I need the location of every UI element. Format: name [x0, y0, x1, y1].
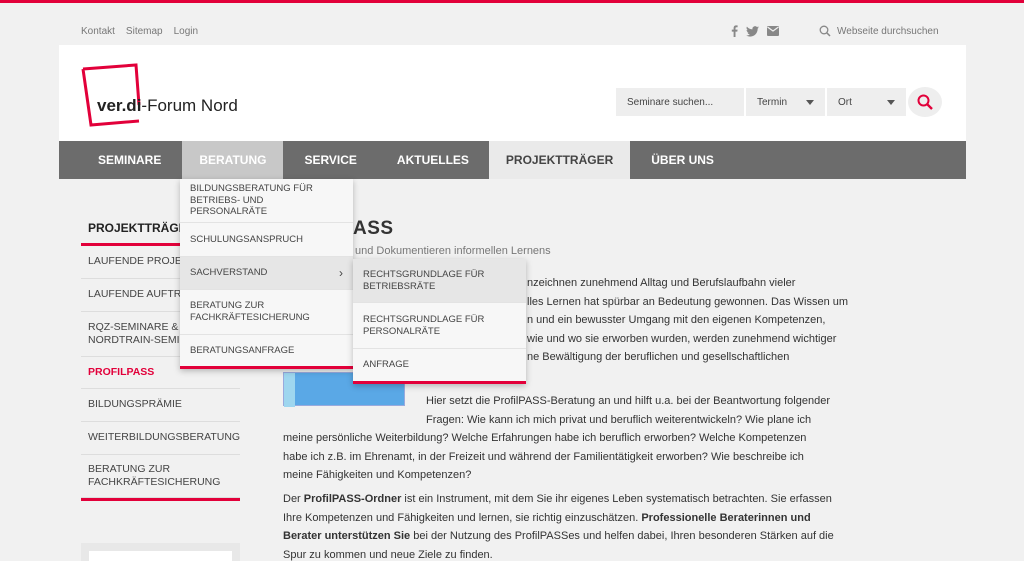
menu-item-schulungsanspruch[interactable]: SCHULUNGSANSPRUCH	[180, 223, 353, 257]
chevron-right-icon: ›	[339, 265, 343, 280]
sitemap-link[interactable]: Sitemap	[126, 26, 163, 37]
search-icon	[917, 94, 933, 110]
site-header: ver.di-Forum Nord Seminare suchen... Ter…	[59, 45, 966, 141]
beratung-dropdown: BILDUNGSBERATUNG FÜR BETRIEBS- UND PERSO…	[180, 179, 353, 369]
termin-select[interactable]: Termin	[746, 88, 825, 116]
top-accent-line	[0, 0, 1024, 3]
main-nav: SEMINARE BERATUNG SERVICE AKTUELLES PROJ…	[59, 141, 966, 179]
sidebar-widget	[81, 543, 240, 561]
questions-paragraph: meine persönliche Weiterbildung? Welche …	[283, 432, 807, 482]
questions-paragraph-start: Hier setzt die ProfilPASS-Beratung an un…	[426, 395, 830, 426]
menu-item-anfrage[interactable]: ANFRAGE	[353, 349, 526, 381]
intro-paragraph: nzeichnen zunehmend Alltag und Berufslau…	[527, 277, 849, 364]
verdi-logo-mark[interactable]	[81, 63, 261, 127]
menu-item-fachkraeftesicherung[interactable]: BERATUNG ZUR FACHKRÄFTESICHERUNG	[180, 290, 353, 335]
menu-item-rechtsgrundlage-betriebsraete[interactable]: RECHTSGRUNDLAGE FÜR BETRIEBSRÄTE	[353, 259, 526, 303]
kontakt-link[interactable]: Kontakt	[81, 26, 115, 37]
sidebar-bottom-line	[81, 498, 240, 501]
sachverstand-submenu: RECHTSGRUNDLAGE FÜR BETRIEBSRÄTE RECHTSG…	[353, 259, 526, 384]
menu-item-beratungsanfrage[interactable]: BERATUNGSANFRAGE	[180, 335, 353, 366]
ort-select[interactable]: Ort	[827, 88, 906, 116]
page-subtitle: und Dokumentieren informellen Lernens	[355, 245, 551, 257]
site-search[interactable]: Webseite durchsuchen	[819, 25, 939, 37]
chevron-down-icon	[887, 99, 895, 105]
twitter-icon[interactable]	[746, 25, 759, 37]
menu-item-bildungsberatung[interactable]: BILDUNGSBERATUNG FÜR BETRIEBS- UND PERSO…	[180, 179, 353, 223]
logo-text[interactable]: ver.di-Forum Nord	[97, 96, 238, 116]
nav-service[interactable]: SERVICE	[283, 141, 377, 179]
login-link[interactable]: Login	[174, 26, 198, 37]
nav-projekttraeger[interactable]: PROJEKTTRÄGER	[488, 141, 631, 179]
chevron-down-icon	[806, 99, 814, 105]
sidebar-item-weiterbildungsberatung[interactable]: WEITERBILDUNGSBERATUNG	[81, 422, 240, 455]
nav-seminare[interactable]: SEMINARE	[59, 141, 182, 179]
ordner-paragraph: Der ProfilPASS-Ordner ist ein Instrument…	[283, 493, 834, 561]
sidebar-item-fachkraeftesicherung[interactable]: BERATUNG ZUR FACHKRÄFTESICHERUNG	[81, 455, 240, 498]
menu-item-rechtsgrundlage-personalraete[interactable]: RECHTSGRUNDLAGE FÜR PERSONALRÄTE	[353, 303, 526, 349]
sidebar-item-bildungspraemie[interactable]: BILDUNGSPRÄMIE	[81, 389, 240, 422]
nav-beratung[interactable]: BERATUNG	[182, 141, 284, 179]
seminar-search-button[interactable]	[908, 87, 942, 117]
nav-ueber-uns[interactable]: ÜBER UNS	[630, 141, 735, 179]
nav-aktuelles[interactable]: AKTUELLES	[378, 141, 489, 179]
seminar-search-input[interactable]: Seminare suchen...	[616, 88, 744, 116]
site-search-input[interactable]: Webseite durchsuchen	[837, 26, 939, 37]
facebook-icon[interactable]	[731, 25, 738, 37]
page-title: ASS	[353, 218, 394, 239]
mail-icon[interactable]	[767, 26, 779, 36]
social-links	[731, 25, 779, 37]
search-icon	[819, 25, 831, 37]
seminar-search: Seminare suchen... Termin Ort	[616, 87, 942, 117]
utility-links: Kontakt Sitemap Login	[81, 26, 209, 37]
menu-item-sachverstand[interactable]: SACHVERSTAND ›	[180, 257, 353, 290]
utility-bar: Kontakt Sitemap Login Webseite durchsuch…	[81, 20, 941, 44]
